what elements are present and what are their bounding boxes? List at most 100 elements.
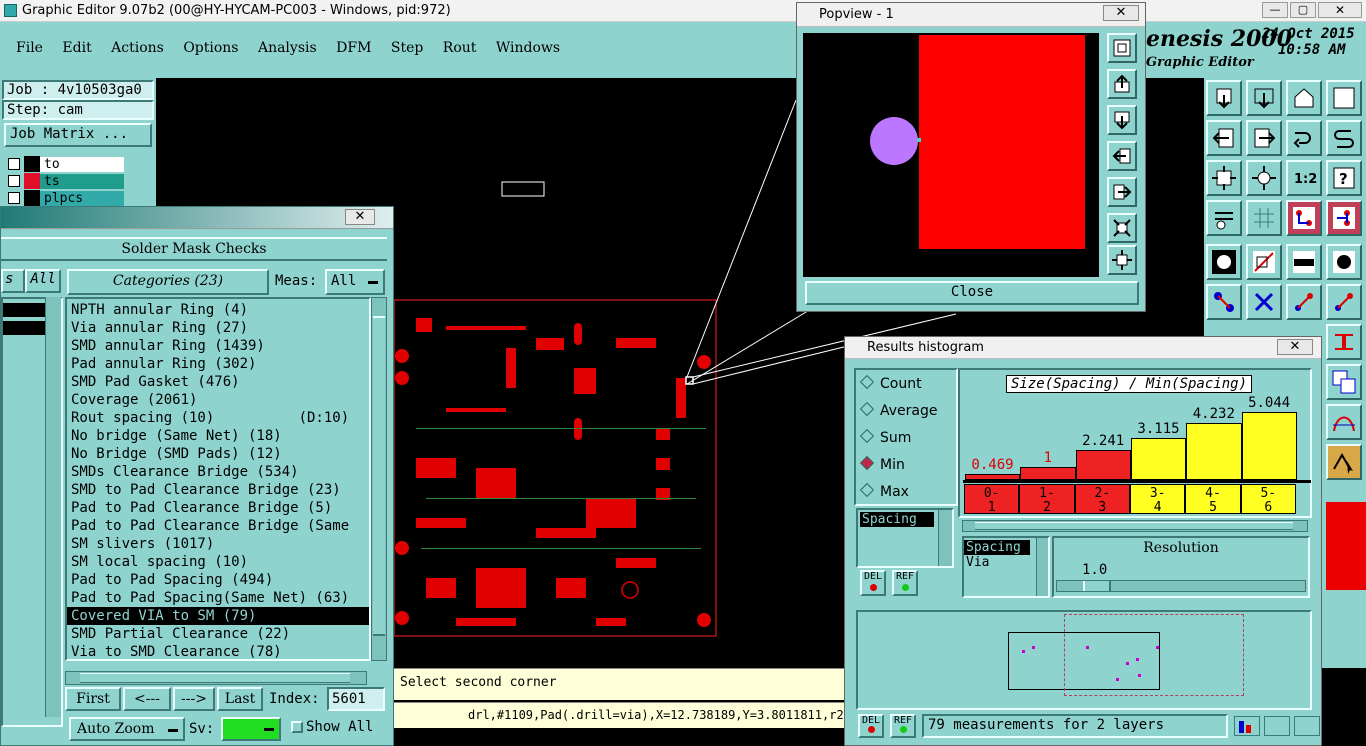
show-all-checkbox[interactable] [291, 721, 303, 733]
net-select-icon[interactable] [1286, 200, 1322, 236]
category-item-selected[interactable]: Covered VIA to SM (79) [67, 607, 369, 625]
resolution-slider-thumb[interactable] [1083, 581, 1111, 591]
histogram-close-x[interactable]: ✕ [1277, 339, 1313, 355]
histogram-bar[interactable] [1020, 466, 1076, 480]
loop-icon[interactable] [1286, 120, 1322, 156]
category-item[interactable]: Rout spacing (10) (D:10) [67, 409, 369, 427]
layer-checkbox[interactable] [8, 175, 20, 187]
popview-center-icon[interactable] [1107, 245, 1137, 275]
menu-windows[interactable]: Windows [496, 40, 560, 56]
category-item[interactable]: Pad to Pad Clearance Bridge (5) [67, 499, 369, 517]
home-icon[interactable] [1286, 80, 1322, 116]
net-highlight-icon[interactable] [1326, 200, 1362, 236]
category-hscrollbar[interactable] [65, 671, 367, 685]
category-item[interactable]: SMDs Clearance Bridge (534) [67, 463, 369, 481]
close-window-button[interactable]: ✕ [1318, 2, 1362, 18]
next-button[interactable]: ---> [173, 687, 215, 711]
histogram-bin-label[interactable]: 5- 6 [1240, 484, 1296, 515]
connect-icon[interactable] [1206, 284, 1242, 320]
popview-close-button[interactable]: Close [805, 281, 1139, 305]
menu-analysis[interactable]: Analysis [258, 40, 317, 56]
category-item[interactable]: Pad annular Ring (302) [67, 355, 369, 373]
tools-icon[interactable] [1206, 200, 1242, 236]
minimize-button[interactable]: — [1262, 2, 1288, 18]
mode-count[interactable]: Count [859, 374, 922, 392]
left-tab[interactable]: s [1, 269, 25, 293]
histogram-bar[interactable] [1131, 438, 1187, 480]
all-button[interactable]: All [25, 269, 61, 293]
histogram-footer-icon[interactable] [1264, 716, 1290, 736]
popview-close-x[interactable]: ✕ [1103, 5, 1139, 21]
center-icon[interactable] [1246, 160, 1282, 196]
index-input[interactable]: 5601 [327, 687, 385, 711]
filter-list[interactable]: Spacing Via [962, 536, 1050, 598]
mode-sum[interactable]: Sum [859, 428, 911, 446]
mode-min[interactable]: Min [859, 455, 905, 473]
job-matrix-button[interactable]: Job Matrix ... [4, 123, 152, 147]
auto-zoom-dropdown[interactable]: Auto Zoom [69, 717, 185, 741]
hscroll-thumb[interactable] [80, 673, 350, 683]
histogram-footer-icon[interactable] [1294, 716, 1320, 736]
filter-item-selected[interactable]: Spacing [964, 540, 1030, 555]
ruler-icon[interactable] [1286, 244, 1322, 280]
swap-icon[interactable] [1326, 120, 1362, 156]
popview-left-icon[interactable] [1107, 141, 1137, 171]
measure-icon[interactable] [1246, 244, 1282, 280]
zoom-in-icon[interactable] [1246, 80, 1282, 116]
help-icon[interactable]: ? [1326, 160, 1362, 196]
snap-icon[interactable] [1206, 244, 1242, 280]
chart-hscroll-thumb[interactable] [975, 522, 1293, 530]
prev-button[interactable]: <--- [123, 687, 171, 711]
layer-checkbox[interactable] [8, 158, 20, 170]
left-scrollbar[interactable] [45, 297, 61, 717]
line-icon[interactable] [1286, 284, 1322, 320]
popview-canvas[interactable] [803, 33, 1099, 277]
measure-list-scrollbar[interactable] [938, 510, 952, 566]
histogram-bin-label[interactable]: 3- 4 [1130, 484, 1186, 515]
select-cursor-icon[interactable] [1326, 444, 1362, 480]
measure-list[interactable]: Spacing [856, 508, 954, 568]
cross-icon[interactable] [1246, 284, 1282, 320]
split-icon[interactable] [1326, 324, 1362, 360]
chart-hscrollbar[interactable] [962, 520, 1308, 532]
categories-header[interactable]: Categories (23) [67, 269, 269, 295]
category-item[interactable]: No Bridge (SMD Pads) (12) [67, 445, 369, 463]
histogram-bin-label[interactable]: 0- 1 [964, 484, 1020, 515]
category-vscrollbar[interactable] [371, 297, 387, 661]
scroll-thumb[interactable] [373, 316, 385, 636]
meas-dropdown[interactable]: All [325, 269, 385, 295]
category-item[interactable]: NPTH annular Ring (4) [67, 301, 369, 319]
ref-button-top[interactable]: REF [892, 570, 918, 596]
pad-icon[interactable] [1326, 244, 1362, 280]
category-item[interactable]: No bridge (Same Net) (18) [67, 427, 369, 445]
category-list[interactable]: NPTH annular Ring (4) Via annular Ring (… [65, 297, 371, 661]
del-button-bottom[interactable]: DEL [858, 714, 884, 738]
category-item[interactable]: Pad to Pad Clearance Bridge (Same [67, 517, 369, 535]
ref-button-bottom[interactable]: REF [890, 714, 916, 738]
category-item[interactable]: Pad to Pad Spacing (494) [67, 571, 369, 589]
grid-icon[interactable] [1246, 200, 1282, 236]
category-item[interactable]: Via annular Ring (27) [67, 319, 369, 337]
layer-checkbox[interactable] [8, 192, 20, 204]
arc-icon[interactable] [1326, 404, 1362, 440]
category-item[interactable]: Pad to Pad Spacing(Same Net) (63) [67, 589, 369, 607]
maximize-button[interactable]: ▢ [1290, 2, 1316, 18]
category-item[interactable]: SMD Partial Clearance (22) [67, 625, 369, 643]
mini-map[interactable] [856, 610, 1312, 710]
zoom-home-icon[interactable] [1206, 80, 1242, 116]
histogram-bin-label[interactable]: 1- 2 [1019, 484, 1075, 515]
histogram-bin-label[interactable]: 2- 3 [1074, 484, 1130, 515]
resolution-slider[interactable] [1056, 580, 1306, 592]
category-item[interactable]: Coverage (2061) [67, 391, 369, 409]
sv-dropdown[interactable] [221, 717, 281, 741]
popview-fit-icon[interactable] [1107, 213, 1137, 243]
histogram-bar[interactable] [1075, 449, 1131, 480]
menu-dfm[interactable]: DFM [336, 40, 371, 56]
last-button[interactable]: Last [217, 687, 263, 711]
layer-row[interactable]: ts [4, 173, 124, 189]
category-item[interactable]: SMD Pad Gasket (476) [67, 373, 369, 391]
menu-rout[interactable]: Rout [443, 40, 477, 56]
del-button-top[interactable]: DEL [860, 570, 886, 596]
popview-zoom-icon[interactable] [1107, 33, 1137, 63]
category-item[interactable]: Via to SMD Clearance (78) [67, 643, 369, 659]
